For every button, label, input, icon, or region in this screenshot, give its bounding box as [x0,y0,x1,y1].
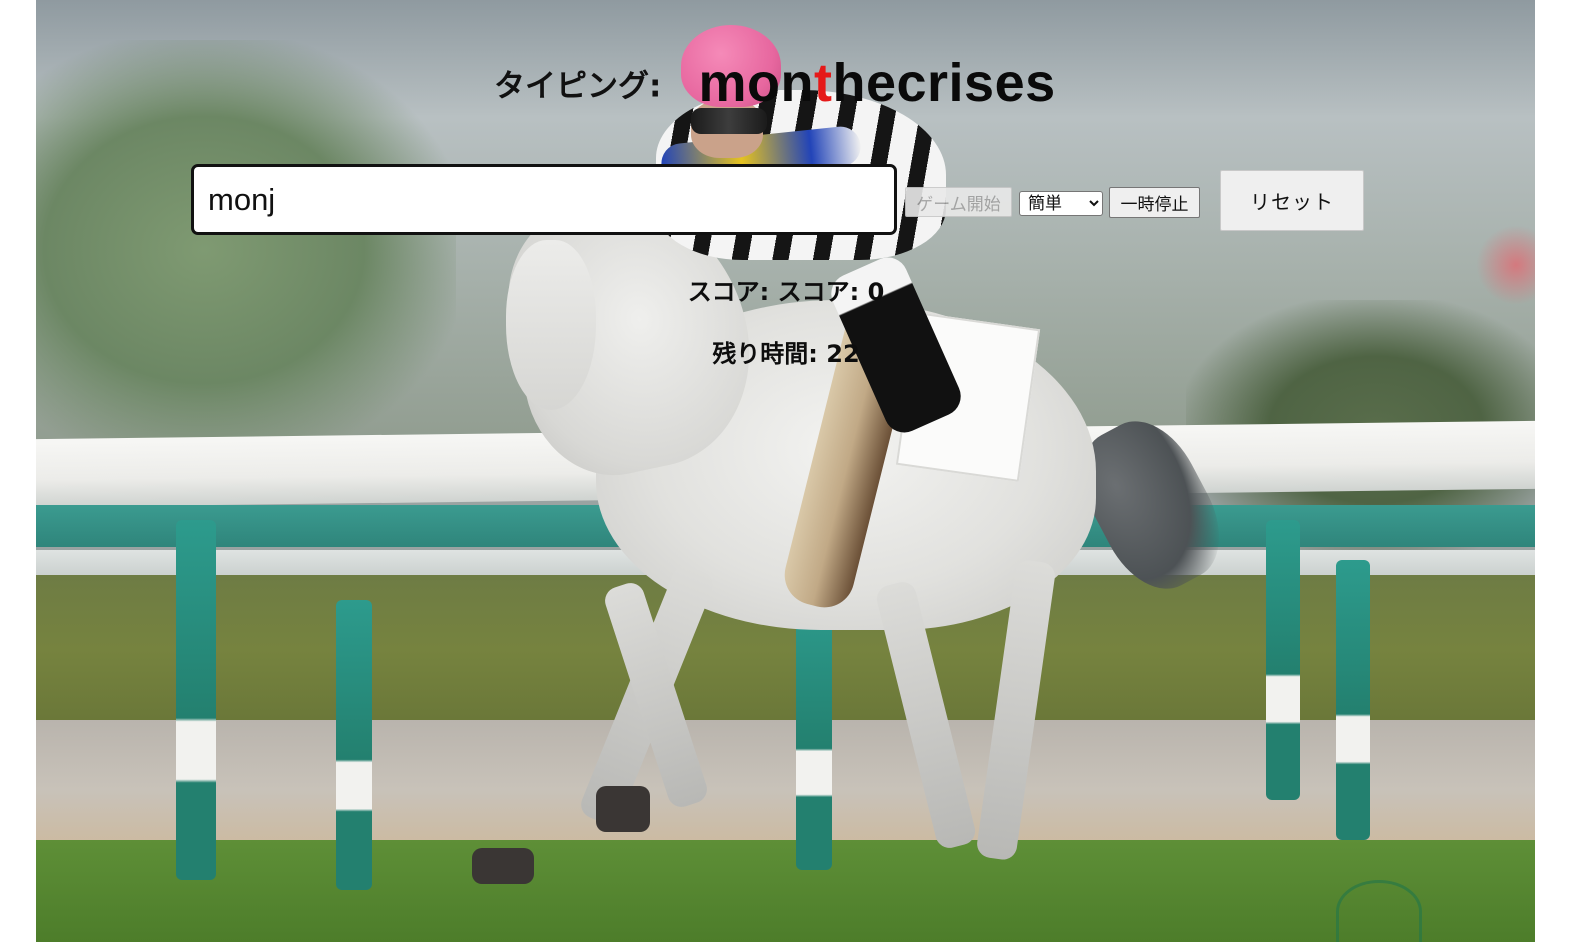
difficulty-select[interactable]: 簡単 [1019,191,1103,216]
score-display: スコア: スコア: 0 [0,272,1572,307]
time-remaining-display: 残り時間: 22 [0,334,1572,369]
bg-horse-head [506,240,596,410]
score-text: スコア: スコア: 0 [687,278,885,306]
time-remaining-text: 残り時間: 22 [712,340,860,368]
bg-rail-post [1336,560,1370,840]
bg-trees-left [36,40,456,460]
target-word-typed: mon [698,53,814,113]
typing-label: タイピング: [494,68,662,105]
start-game-button[interactable]: ゲーム開始 [905,187,1012,217]
bg-turf [36,840,1535,942]
typing-input[interactable] [191,164,897,235]
bg-watermark-logo [1336,880,1422,942]
bg-horse-hoof [472,848,534,884]
pause-button[interactable]: 一時停止 [1109,187,1200,218]
reset-button[interactable]: リセット [1220,170,1364,231]
game-header: タイピング: monthecrises [494,52,1056,114]
bg-rail-post [796,600,832,870]
bg-rail-post [1266,520,1300,800]
bg-rail-post [176,520,216,880]
background-photo [36,0,1535,942]
bg-rail-post [336,600,372,890]
bg-horse-hoof [596,786,650,832]
target-word-current-char: t [814,53,833,113]
target-word: monthecrises [699,53,1056,113]
bg-dirt-track [36,720,1535,860]
target-word-remaining: hecrises [832,53,1056,113]
